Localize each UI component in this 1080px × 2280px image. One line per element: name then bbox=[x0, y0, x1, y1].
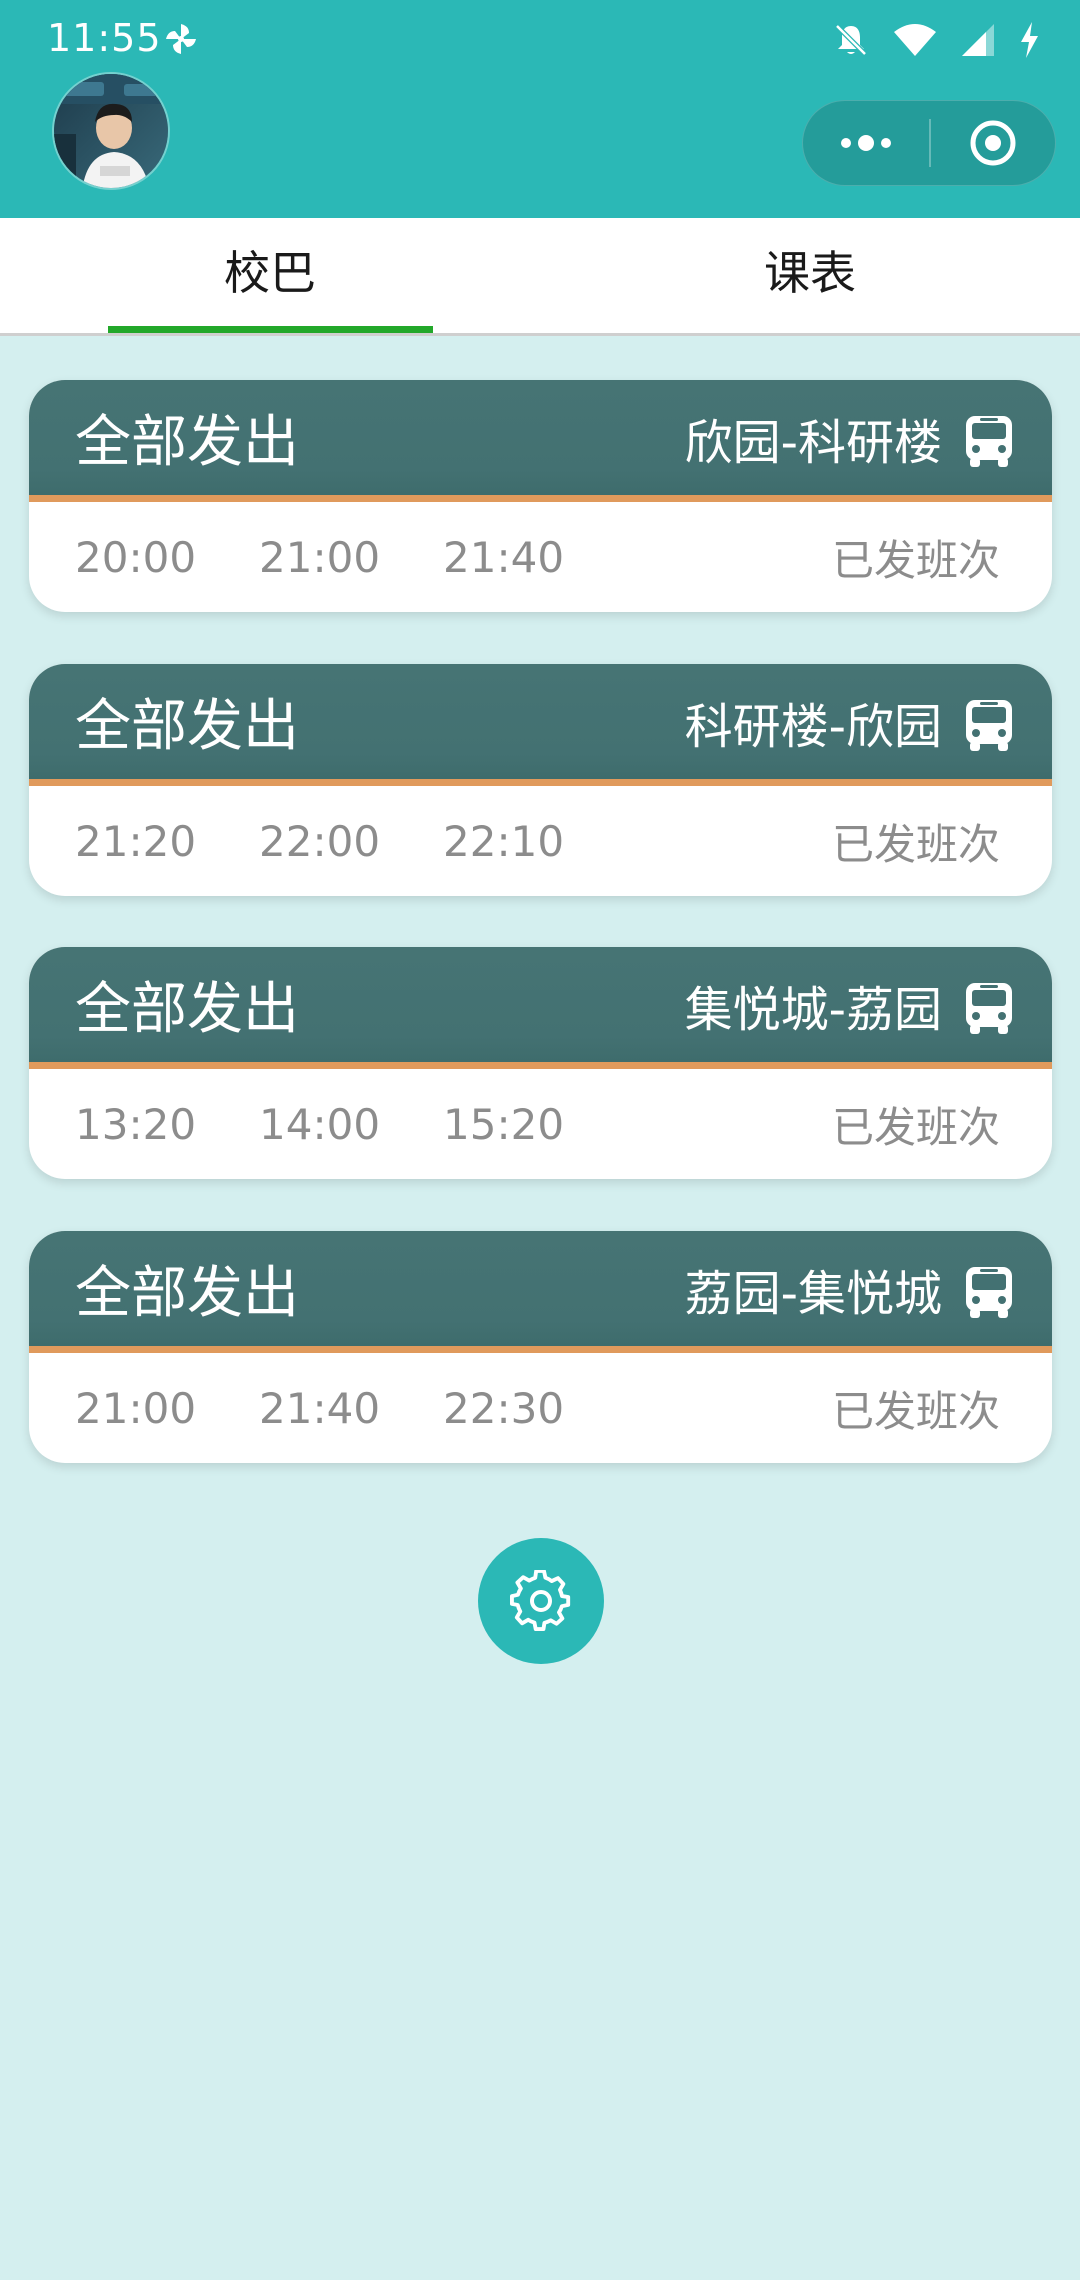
departure-time: 22:30 bbox=[443, 1383, 565, 1433]
app-header: 11:55 bbox=[0, 0, 1080, 218]
departure-time: 22:10 bbox=[443, 816, 565, 866]
departure-time: 21:00 bbox=[259, 532, 381, 582]
pinwheel-icon bbox=[166, 24, 196, 54]
cell-signal-icon bbox=[962, 24, 994, 56]
departure-time: 21:40 bbox=[259, 1383, 381, 1433]
departure-times: 21:00 21:40 22:30 bbox=[75, 1353, 627, 1463]
departure-time: 13:20 bbox=[75, 1099, 197, 1149]
bus-icon bbox=[966, 416, 1012, 467]
departure-time: 21:40 bbox=[443, 532, 565, 582]
target-close-icon bbox=[970, 120, 1016, 166]
charging-icon bbox=[1021, 22, 1038, 58]
bus-card-stripe bbox=[29, 1062, 1052, 1069]
departed-label: 已发班次 bbox=[831, 1386, 1000, 1436]
bus-card[interactable]: 全部发出 集悦城-荔园 13:20 14:00 15:20 已发班次 bbox=[29, 947, 1052, 1179]
bus-card[interactable]: 全部发出 荔园-集悦城 21:00 21:40 22:30 已发班次 bbox=[29, 1231, 1052, 1463]
bus-status: 全部发出 bbox=[75, 694, 299, 759]
departure-time: 21:20 bbox=[75, 816, 197, 866]
bus-status: 全部发出 bbox=[75, 1261, 299, 1326]
status-time: 11:55 bbox=[47, 16, 162, 60]
tab-schedule[interactable]: 课表 bbox=[540, 218, 1080, 333]
departed-label: 已发班次 bbox=[831, 535, 1000, 585]
departure-time: 14:00 bbox=[259, 1099, 381, 1149]
bus-status: 全部发出 bbox=[75, 410, 299, 475]
active-tab-indicator bbox=[108, 326, 433, 333]
bus-card-stripe bbox=[29, 1346, 1052, 1353]
departure-time: 20:00 bbox=[75, 532, 197, 582]
settings-button[interactable] bbox=[478, 1538, 604, 1664]
bus-route: 欣园-科研楼 bbox=[684, 414, 942, 471]
departure-time: 21:00 bbox=[75, 1383, 197, 1433]
bus-card-stripe bbox=[29, 779, 1052, 786]
departure-time: 15:20 bbox=[443, 1099, 565, 1149]
bus-route: 科研楼-欣园 bbox=[684, 698, 942, 755]
wifi-icon bbox=[894, 24, 936, 56]
status-icons bbox=[832, 20, 1040, 60]
bus-icon bbox=[966, 700, 1012, 751]
tab-bar: 校巴 课表 bbox=[0, 218, 1080, 336]
departure-times: 20:00 21:00 21:40 bbox=[75, 502, 627, 612]
bus-card[interactable]: 全部发出 科研楼-欣园 21:20 22:00 22:10 已发班次 bbox=[29, 664, 1052, 896]
departed-label: 已发班次 bbox=[831, 1102, 1000, 1152]
bus-card[interactable]: 全部发出 欣园-科研楼 20:00 21:00 21:40 已发班次 bbox=[29, 380, 1052, 612]
bus-route: 荔园-集悦城 bbox=[684, 1265, 942, 1322]
bell-off-icon bbox=[835, 24, 867, 56]
bus-icon bbox=[966, 983, 1012, 1034]
bus-route: 集悦城-荔园 bbox=[684, 981, 942, 1038]
gear-icon bbox=[510, 1570, 571, 1632]
departure-times: 21:20 22:00 22:10 bbox=[75, 786, 627, 896]
departed-label: 已发班次 bbox=[831, 819, 1000, 869]
departure-time: 22:00 bbox=[259, 816, 381, 866]
tab-bus[interactable]: 校巴 bbox=[0, 218, 540, 333]
bus-card-stripe bbox=[29, 495, 1052, 502]
mini-program-capsule bbox=[802, 100, 1056, 186]
bus-icon bbox=[966, 1267, 1012, 1318]
departure-times: 13:20 14:00 15:20 bbox=[75, 1069, 627, 1179]
bus-status: 全部发出 bbox=[75, 977, 299, 1042]
more-dots-icon bbox=[841, 135, 891, 151]
close-button[interactable] bbox=[931, 101, 1055, 185]
avatar[interactable] bbox=[52, 72, 170, 190]
more-button[interactable] bbox=[803, 101, 929, 185]
